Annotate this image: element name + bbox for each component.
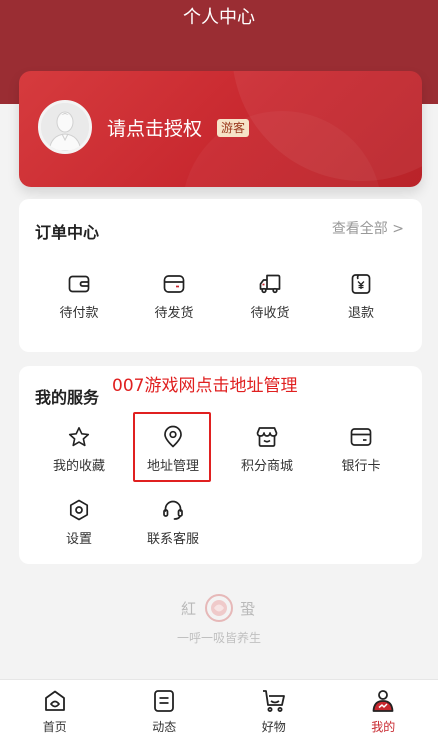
tab-label: 我的	[371, 720, 396, 734]
order-item-label: 待付款	[59, 306, 99, 321]
annotation-highlight-box	[133, 412, 211, 482]
service-item-label: 联系客服	[146, 532, 199, 547]
order-item-label: 待发货	[154, 306, 194, 321]
page-title: 个人中心	[183, 7, 255, 28]
brand-footer: 紅 蛩 一呼一吸皆养生	[0, 593, 438, 646]
order-center-card: 订单中心 查看全部 > 待付款 待发货 待收货 退款	[19, 199, 422, 352]
tab-goods[interactable]: 好物	[219, 680, 329, 741]
settings-icon	[69, 499, 89, 521]
default-avatar-icon	[41, 103, 89, 151]
profile-icon	[372, 690, 394, 712]
brand-name-right: 蛩	[240, 599, 258, 618]
store-icon	[256, 427, 278, 447]
service-item-favorites[interactable]: 我的收藏	[39, 425, 119, 475]
brand-name-left: 紅	[180, 599, 198, 618]
service-item-label: 积分商城	[240, 459, 293, 474]
cart-icon	[262, 690, 285, 712]
annotation-text: 007游戏网点击地址管理	[112, 376, 298, 396]
avatar[interactable]	[38, 100, 92, 154]
tab-label: 好物	[261, 720, 286, 734]
news-icon	[154, 690, 175, 712]
order-item-pending-shipment[interactable]: 待发货	[134, 272, 214, 322]
service-item-settings[interactable]: 设置	[39, 498, 119, 548]
bank-card-icon	[350, 428, 372, 446]
service-item-label: 我的收藏	[52, 459, 105, 474]
my-services-title: 我的服务	[35, 388, 100, 407]
guest-badge: 游客	[217, 119, 250, 137]
headset-icon	[163, 500, 183, 520]
service-item-bank-card[interactable]: 银行卡	[321, 425, 401, 475]
service-item-points-mall[interactable]: 积分商城	[227, 425, 307, 475]
tab-home[interactable]: 首页	[0, 680, 110, 741]
refund-icon	[351, 274, 371, 294]
user-card[interactable]: 请点击授权 游客	[19, 71, 422, 187]
bottom-tab-bar: 首页 动态 好物 我的	[0, 679, 438, 741]
order-item-pending-receipt[interactable]: 待收货	[230, 272, 310, 322]
brand-logo: 紅 蛩	[0, 593, 438, 623]
box-icon	[163, 275, 185, 293]
tab-news[interactable]: 动态	[110, 680, 220, 741]
truck-icon	[259, 274, 281, 294]
order-item-label: 退款	[347, 306, 374, 321]
order-item-label: 待收货	[250, 306, 290, 321]
wallet-icon	[68, 275, 90, 293]
brand-slogan: 一呼一吸皆养生	[176, 631, 261, 645]
tab-mine[interactable]: 我的	[329, 680, 438, 741]
view-all-orders-link[interactable]: 查看全部 >	[332, 220, 404, 238]
star-icon	[68, 427, 90, 447]
service-item-label: 设置	[65, 532, 92, 547]
brand-emblem-icon	[205, 594, 233, 622]
authorize-prompt[interactable]: 请点击授权	[107, 117, 202, 141]
service-item-label: 银行卡	[341, 459, 381, 474]
tab-label: 首页	[42, 720, 67, 734]
tab-label: 动态	[152, 720, 177, 734]
service-item-customer-service[interactable]: 联系客服	[133, 498, 213, 548]
order-center-title: 订单中心	[35, 223, 100, 242]
order-item-pending-payment[interactable]: 待付款	[39, 272, 119, 322]
order-item-refund[interactable]: 退款	[321, 272, 401, 322]
home-icon	[44, 690, 65, 711]
